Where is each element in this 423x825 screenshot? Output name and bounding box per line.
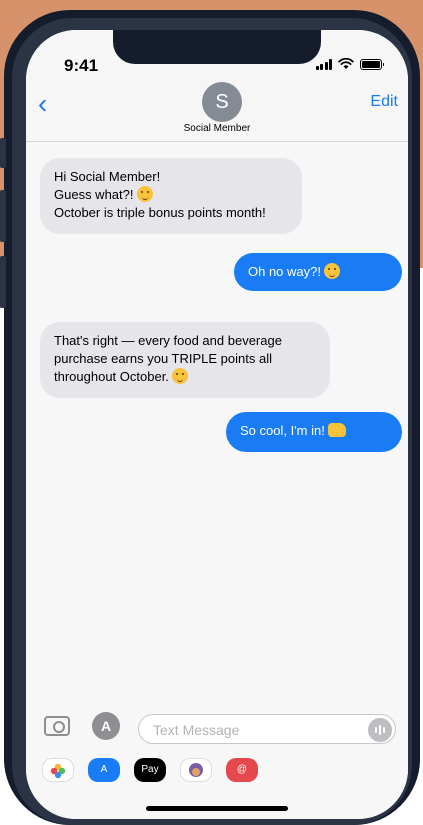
astonished-emoji-icon [324, 263, 340, 279]
app-store-app-icon[interactable]: A [88, 758, 120, 782]
wifi-icon [338, 58, 354, 69]
message-bubble-sent[interactable]: So cool, I'm in! [226, 412, 402, 452]
shushing-emoji-icon [171, 368, 188, 384]
status-icons [315, 58, 384, 70]
apple-pay-app-icon[interactable]: Pay [134, 758, 166, 782]
message-line: Guess what?! [54, 186, 288, 204]
back-chevron-icon[interactable]: ‹ [38, 90, 47, 118]
side-button [0, 190, 6, 242]
photos-app-icon[interactable] [42, 758, 74, 782]
message-bubble-sent[interactable]: Oh no way?! [234, 253, 402, 291]
message-text: Guess what?! [54, 187, 134, 202]
thumbs-up-emoji-icon [327, 423, 346, 437]
notch [113, 30, 321, 64]
side-button [0, 256, 6, 308]
screen: ‹ S Social Member Edit 9:41 Hi Social Me… [26, 30, 408, 819]
memoji-app-icon[interactable] [180, 758, 212, 782]
signal-icon [315, 58, 332, 70]
appstore-icon[interactable]: A [92, 712, 120, 740]
search-app-icon[interactable]: @ [226, 758, 258, 782]
message-bubble-received[interactable]: That's right — every food and beverage p… [40, 322, 330, 398]
contact-name[interactable]: Social Member [26, 123, 408, 134]
contact-avatar[interactable]: S [202, 82, 242, 122]
camera-icon[interactable] [44, 716, 70, 736]
message-bubble-received[interactable]: Hi Social Member! Guess what?! October i… [40, 158, 302, 234]
message-input[interactable]: Text Message [138, 714, 396, 744]
message-text: throughout October. [54, 369, 169, 384]
message-text: Oh no way?! [248, 264, 321, 279]
status-time: 9:41 [64, 56, 99, 75]
message-thread[interactable]: Hi Social Member! Guess what?! October i… [26, 142, 408, 702]
message-text: That's right — every food and beverage [54, 333, 282, 348]
side-button [0, 138, 6, 168]
phone-frame: ‹ S Social Member Edit 9:41 Hi Social Me… [0, 10, 420, 825]
grinning-emoji-icon [136, 186, 153, 202]
message-text: Hi Social Member! [54, 169, 161, 184]
message-text: purchase earns you TRIPLE points all [54, 351, 272, 366]
home-indicator [146, 806, 288, 811]
message-line: Oh no way?! [248, 263, 388, 281]
message-line: throughout October. [54, 368, 316, 386]
message-composer: A Text Message A Pay @ [26, 702, 408, 819]
message-input-placeholder: Text Message [153, 722, 240, 738]
app-drawer: A Pay @ [26, 752, 408, 788]
edit-button[interactable]: Edit [370, 93, 398, 111]
message-text: So cool, I'm in! [240, 423, 325, 438]
message-line: So cool, I'm in! [240, 422, 388, 440]
message-text: October is triple bonus points month! [54, 205, 266, 220]
voice-icon[interactable] [368, 718, 392, 742]
battery-icon [360, 58, 384, 70]
